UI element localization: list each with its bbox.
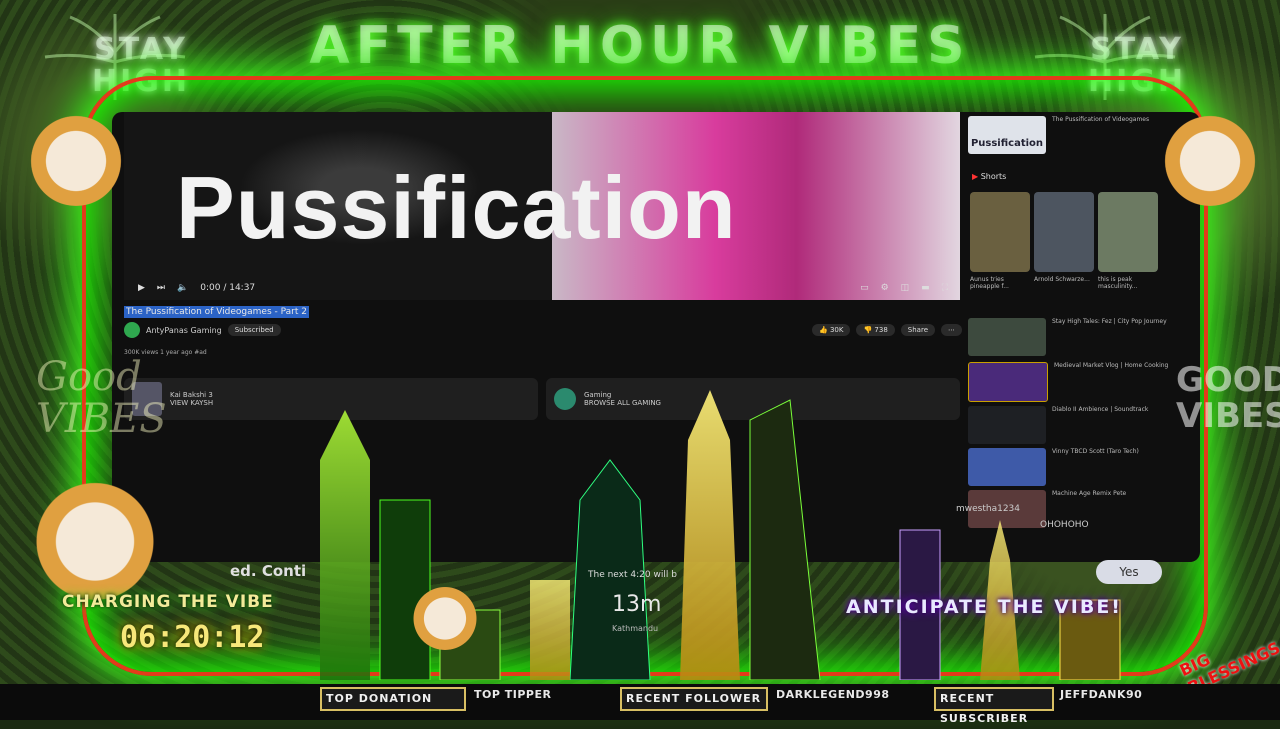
play-icon[interactable]: ▶ bbox=[138, 283, 145, 293]
shorts-label: Shorts bbox=[980, 172, 1007, 181]
charging-label: CHARGING THE VIBE bbox=[62, 592, 274, 612]
anticipate-label: ANTICIPATE THE VIBE! bbox=[846, 596, 1122, 618]
video-thumbnail: Pussification bbox=[968, 116, 1046, 154]
cat-sticker bbox=[1160, 106, 1260, 206]
recent-follower-name: DARKLEGEND998 bbox=[776, 688, 890, 701]
time-display: 0:00 / 14:37 bbox=[200, 283, 256, 293]
share-button[interactable]: Share bbox=[900, 324, 935, 336]
more-icon[interactable]: ⋯ bbox=[941, 324, 962, 336]
item-title: The Pussification of Videogames bbox=[1052, 116, 1150, 123]
good-vibes-logo-right: GOOD VIBES bbox=[1176, 360, 1280, 436]
like-count: 30K bbox=[829, 326, 844, 334]
player-controls: ▶ ⏭ 🔈 0:00 / 14:37 ▭ ⚙ ◫ ▬ ⛶ bbox=[124, 276, 960, 300]
yes-button[interactable]: Yes bbox=[1096, 560, 1162, 584]
fullscreen-icon[interactable]: ⛶ bbox=[942, 283, 948, 293]
next-up-time: 13m bbox=[612, 592, 662, 617]
short-caption: this is peak masculinity... bbox=[1098, 276, 1138, 290]
shorts-icon: ▶ bbox=[972, 172, 981, 181]
subscribe-button[interactable]: Subscribed bbox=[227, 324, 281, 336]
recent-subscriber-name: JEFFDANK90 bbox=[1060, 688, 1143, 701]
cat-sticker bbox=[26, 106, 126, 206]
video-description[interactable]: 300K views 1 year ago #ad bbox=[124, 348, 960, 370]
channel-row: AntyPanas Gaming Subscribed 👍 30K 👎 738 … bbox=[124, 320, 962, 340]
neon-cityscape bbox=[320, 390, 1121, 680]
like-icon: 👍 bbox=[819, 326, 830, 334]
recent-follower-label: RECENT FOLLOWER bbox=[620, 687, 768, 711]
video-overlay-title: Pussification bbox=[176, 158, 737, 257]
next-up-place: Kathmandu bbox=[612, 624, 659, 633]
banner-title: AFTER HOUR VIBES bbox=[309, 16, 971, 76]
next-up-text: The next 4:20 will b bbox=[588, 570, 677, 580]
short-thumbnail[interactable] bbox=[1098, 192, 1158, 272]
good-vibes-logo-left: Good VIBES bbox=[36, 354, 167, 442]
cat-sticker bbox=[30, 470, 160, 600]
theater-icon[interactable]: ▬ bbox=[921, 283, 930, 293]
dislike-count: 738 bbox=[874, 326, 888, 334]
subtitles-icon[interactable]: ▭ bbox=[860, 283, 869, 293]
top-donation-label: TOP DONATION bbox=[320, 687, 466, 711]
like-button[interactable]: 👍 30K bbox=[812, 324, 851, 336]
list-item[interactable]: Stay High Tales: Fez | City Pop Journey bbox=[968, 318, 1196, 356]
short-caption: Arnold Schwarze... bbox=[1034, 276, 1090, 283]
video-thumbnail bbox=[968, 318, 1046, 356]
short-thumbnail[interactable] bbox=[970, 192, 1030, 272]
dislike-button[interactable]: 👎 738 bbox=[856, 324, 895, 336]
chat-message: OHOHOHO bbox=[1040, 520, 1089, 530]
channel-name[interactable]: AntyPanas Gaming bbox=[146, 326, 222, 335]
volume-icon[interactable]: 🔈 bbox=[177, 283, 188, 293]
miniplayer-icon[interactable]: ◫ bbox=[901, 283, 910, 293]
dislike-icon: 👎 bbox=[863, 326, 875, 334]
next-icon[interactable]: ⏭ bbox=[157, 283, 165, 293]
item-title: Stay High Tales: Fez | City Pop Journey bbox=[1052, 318, 1167, 325]
cat-sticker bbox=[410, 580, 480, 650]
webcam-caption: ed. Conti bbox=[230, 562, 307, 580]
settings-icon[interactable]: ⚙ bbox=[881, 283, 889, 293]
channel-avatar[interactable] bbox=[124, 322, 140, 338]
video-player[interactable]: Pussification ▶ ⏭ 🔈 0:00 / 14:37 ▭ ⚙ ◫ ▬… bbox=[124, 112, 960, 300]
recent-subscriber-label: RECENT SUBSCRIBER bbox=[934, 687, 1054, 725]
shorts-heading: ▶ Shorts bbox=[972, 172, 1006, 181]
top-tipper-label: TOP TIPPER bbox=[474, 688, 552, 701]
countdown-timer: 06:20:12 bbox=[120, 620, 265, 655]
short-caption: Aunus tries pineapple f... bbox=[970, 276, 1009, 290]
chat-username: mwestha1234 bbox=[956, 504, 1021, 514]
video-title[interactable]: The Pussification of Videogames - Part 2 bbox=[124, 306, 309, 318]
short-thumbnail[interactable] bbox=[1034, 192, 1094, 272]
